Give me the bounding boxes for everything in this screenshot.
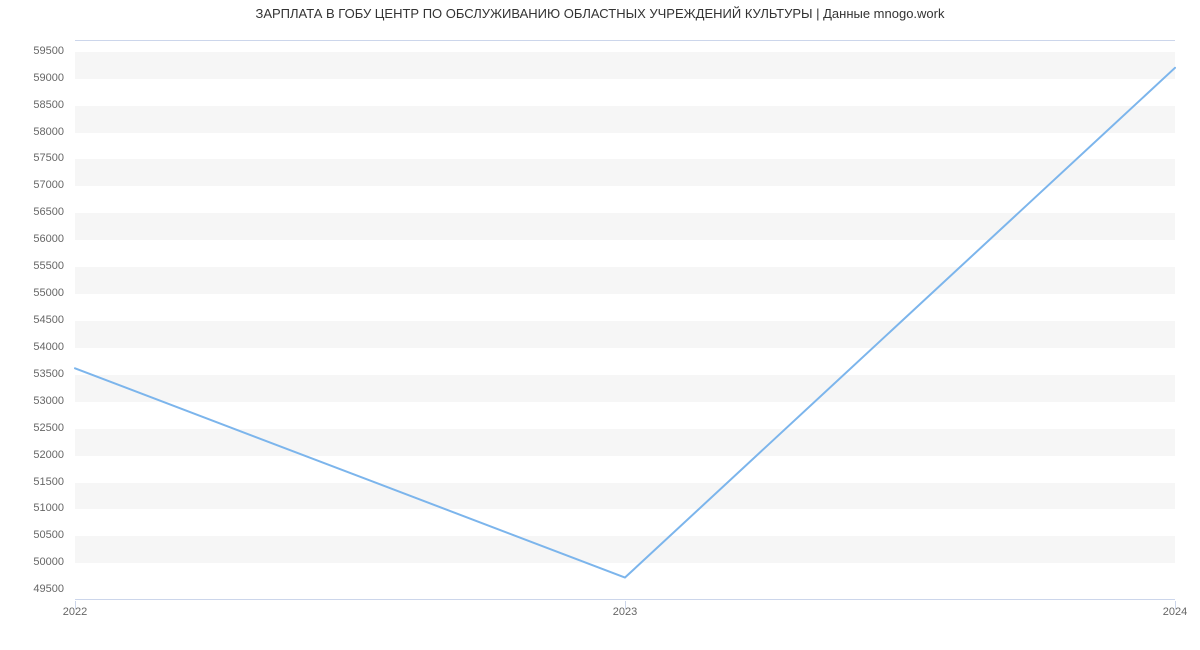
y-tick-label: 58000: [33, 126, 64, 138]
y-tick-label: 49500: [33, 583, 64, 595]
chart-title: ЗАРПЛАТА В ГОБУ ЦЕНТР ПО ОБСЛУЖИВАНИЮ ОБ…: [0, 6, 1200, 21]
series-line: [75, 68, 1175, 578]
y-tick-label: 59000: [33, 72, 64, 84]
y-tick-label: 56500: [33, 206, 64, 218]
salary-line-chart: ЗАРПЛАТА В ГОБУ ЦЕНТР ПО ОБСЛУЖИВАНИЮ ОБ…: [0, 0, 1200, 650]
y-tick-label: 56000: [33, 233, 64, 245]
y-tick-label: 54000: [33, 341, 64, 353]
x-axis: 202220232024: [75, 600, 1175, 630]
y-tick-label: 52000: [33, 449, 64, 461]
y-tick-label: 50500: [33, 529, 64, 541]
y-tick-label: 50000: [33, 556, 64, 568]
y-tick-label: 55000: [33, 287, 64, 299]
y-axis: 49500 50000 50500 51000 51500 52000 52500 53000…: [0, 40, 70, 600]
x-tick-label: 2023: [613, 606, 637, 618]
line-layer: [75, 41, 1175, 599]
y-tick-label: 53500: [33, 368, 64, 380]
y-tick-label: 52500: [33, 422, 64, 434]
y-tick-label: 53000: [33, 395, 64, 407]
y-tick-label: 57500: [33, 152, 64, 164]
plot-area: [75, 40, 1175, 600]
y-tick-label: 51500: [33, 476, 64, 488]
x-tick-label: 2022: [63, 606, 87, 618]
y-tick-label: 58500: [33, 99, 64, 111]
y-tick-label: 54500: [33, 314, 64, 326]
y-tick-label: 57000: [33, 179, 64, 191]
y-tick-label: 51000: [33, 502, 64, 514]
y-tick-label: 55500: [33, 260, 64, 272]
x-tick-label: 2024: [1163, 606, 1187, 618]
y-tick-label: 59500: [33, 45, 64, 57]
